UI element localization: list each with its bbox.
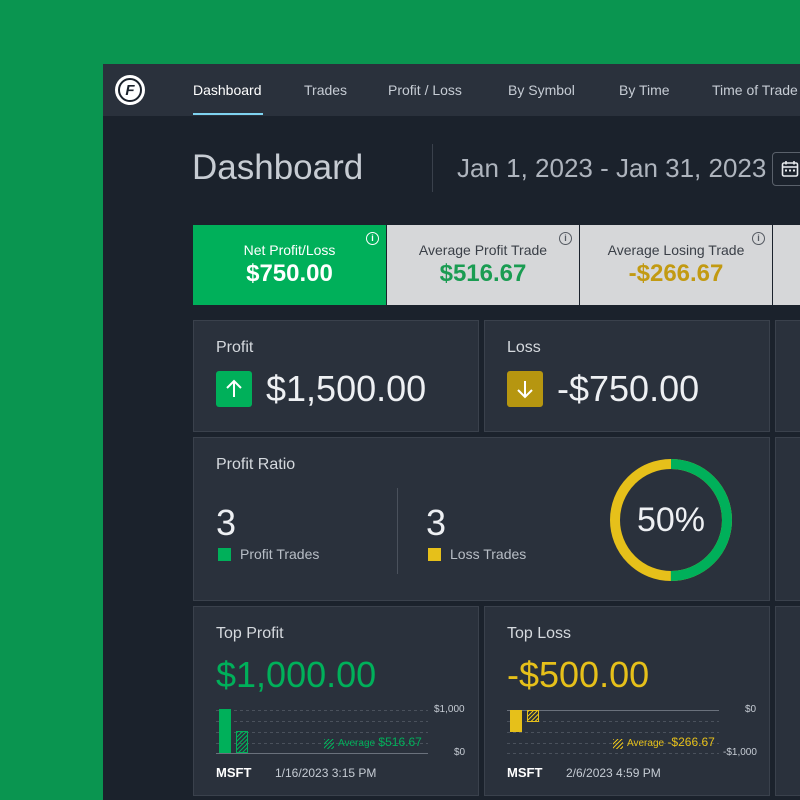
chart-gridline xyxy=(216,710,428,711)
profit-legend-swatch xyxy=(218,548,231,561)
chart-gridline xyxy=(507,732,719,733)
panel-title: Profit xyxy=(216,339,254,356)
partial-panel xyxy=(775,606,800,796)
arrow-up-icon xyxy=(216,371,252,407)
loss-trades-count: 3 xyxy=(426,502,447,543)
top-loss-panel: Top Loss -$500.00 $0 -$1,000 Average -$2… xyxy=(484,606,770,796)
date-range: Jan 1, 2023 - Jan 31, 2023 xyxy=(457,153,767,183)
stat-card-partial xyxy=(773,225,800,305)
loss-amount: -$750.00 xyxy=(557,368,700,409)
chart-baseline xyxy=(216,753,428,754)
partial-panel xyxy=(775,320,800,432)
stat-label: Average Losing Trade xyxy=(607,242,745,258)
loss-legend-swatch xyxy=(428,548,441,561)
tab-profit-loss[interactable]: Profit / Loss xyxy=(388,64,462,116)
axis-label: $0 xyxy=(745,704,757,715)
axis-label: $1,000 xyxy=(434,704,465,715)
date-picker-button[interactable] xyxy=(772,152,800,186)
panel-title: Profit Ratio xyxy=(216,456,296,473)
symbol-label[interactable]: MSFT xyxy=(507,765,542,780)
panel-title: Loss xyxy=(507,339,541,356)
tab-time-of-trade[interactable]: Time of Trade xyxy=(712,64,798,116)
tab-trades[interactable]: Trades xyxy=(304,64,347,116)
loss-panel: Loss -$750.00 xyxy=(484,320,770,432)
axis-label: $0 xyxy=(454,747,466,758)
profit-trades-count: 3 xyxy=(216,502,237,543)
trade-timestamp: 2/6/2023 4:59 PM xyxy=(566,766,661,780)
average-swatch xyxy=(324,739,334,749)
loss-legend-label: Loss Trades xyxy=(450,546,527,562)
panel-title: Top Loss xyxy=(507,625,572,642)
chart-gridline xyxy=(507,753,719,754)
stat-card-average-losing: Average Losing Trade -$266.67 i xyxy=(580,225,772,305)
stat-card-average-profit: Average Profit Trade $516.67 i xyxy=(387,225,579,305)
top-loss-bar xyxy=(510,710,522,732)
arrow-down-icon xyxy=(507,371,543,407)
ratio-percent: 50% xyxy=(636,500,706,539)
average-label: Average -$266.67 xyxy=(627,735,715,749)
average-loss-bar xyxy=(527,710,539,722)
info-icon[interactable]: i xyxy=(366,232,379,245)
average-swatch xyxy=(613,739,623,749)
top-navbar: F Dashboard Trades Profit / Loss By Symb… xyxy=(103,64,800,116)
trade-timestamp: 1/16/2023 3:15 PM xyxy=(275,766,377,780)
stat-value: $516.67 xyxy=(439,260,527,287)
app-window: F Dashboard Trades Profit / Loss By Symb… xyxy=(103,64,800,800)
axis-label: -$1,000 xyxy=(723,747,757,758)
top-loss-amount: -$500.00 xyxy=(507,654,650,695)
average-label: Average $516.67 xyxy=(338,735,422,749)
divider xyxy=(397,488,398,574)
top-profit-panel: Top Profit $1,000.00 $1,000 $0 Average $… xyxy=(193,606,479,796)
chart-gridline xyxy=(216,721,428,722)
profit-ratio-panel: Profit Ratio 3 Profit Trades 3 Loss Trad… xyxy=(193,437,770,601)
stat-value: -$266.67 xyxy=(628,260,724,287)
stat-card-net-profit: Net Profit/Loss $750.00 i xyxy=(193,225,386,305)
stat-value: $750.00 xyxy=(246,260,333,287)
stat-label: Average Profit Trade xyxy=(418,242,548,258)
info-icon[interactable]: i xyxy=(752,232,765,245)
stat-label: Net Profit/Loss xyxy=(243,242,336,258)
top-profit-bar xyxy=(219,709,231,753)
calendar-icon xyxy=(781,161,799,177)
partial-panel xyxy=(775,437,800,601)
profit-legend-label: Profit Trades xyxy=(240,546,320,562)
tab-dashboard[interactable]: Dashboard xyxy=(193,64,262,116)
average-profit-bar xyxy=(236,731,248,753)
profit-panel: Profit $1,500.00 xyxy=(193,320,479,432)
divider xyxy=(432,144,433,192)
page-title: Dashboard xyxy=(192,148,364,187)
tab-by-symbol[interactable]: By Symbol xyxy=(508,64,575,116)
active-tab-indicator xyxy=(193,113,263,115)
tab-by-time[interactable]: By Time xyxy=(619,64,670,116)
logo-icon[interactable]: F xyxy=(115,75,145,105)
symbol-label[interactable]: MSFT xyxy=(216,765,251,780)
profit-amount: $1,500.00 xyxy=(266,368,427,409)
info-icon[interactable]: i xyxy=(559,232,572,245)
panel-title: Top Profit xyxy=(216,625,284,642)
top-profit-amount: $1,000.00 xyxy=(216,654,377,695)
